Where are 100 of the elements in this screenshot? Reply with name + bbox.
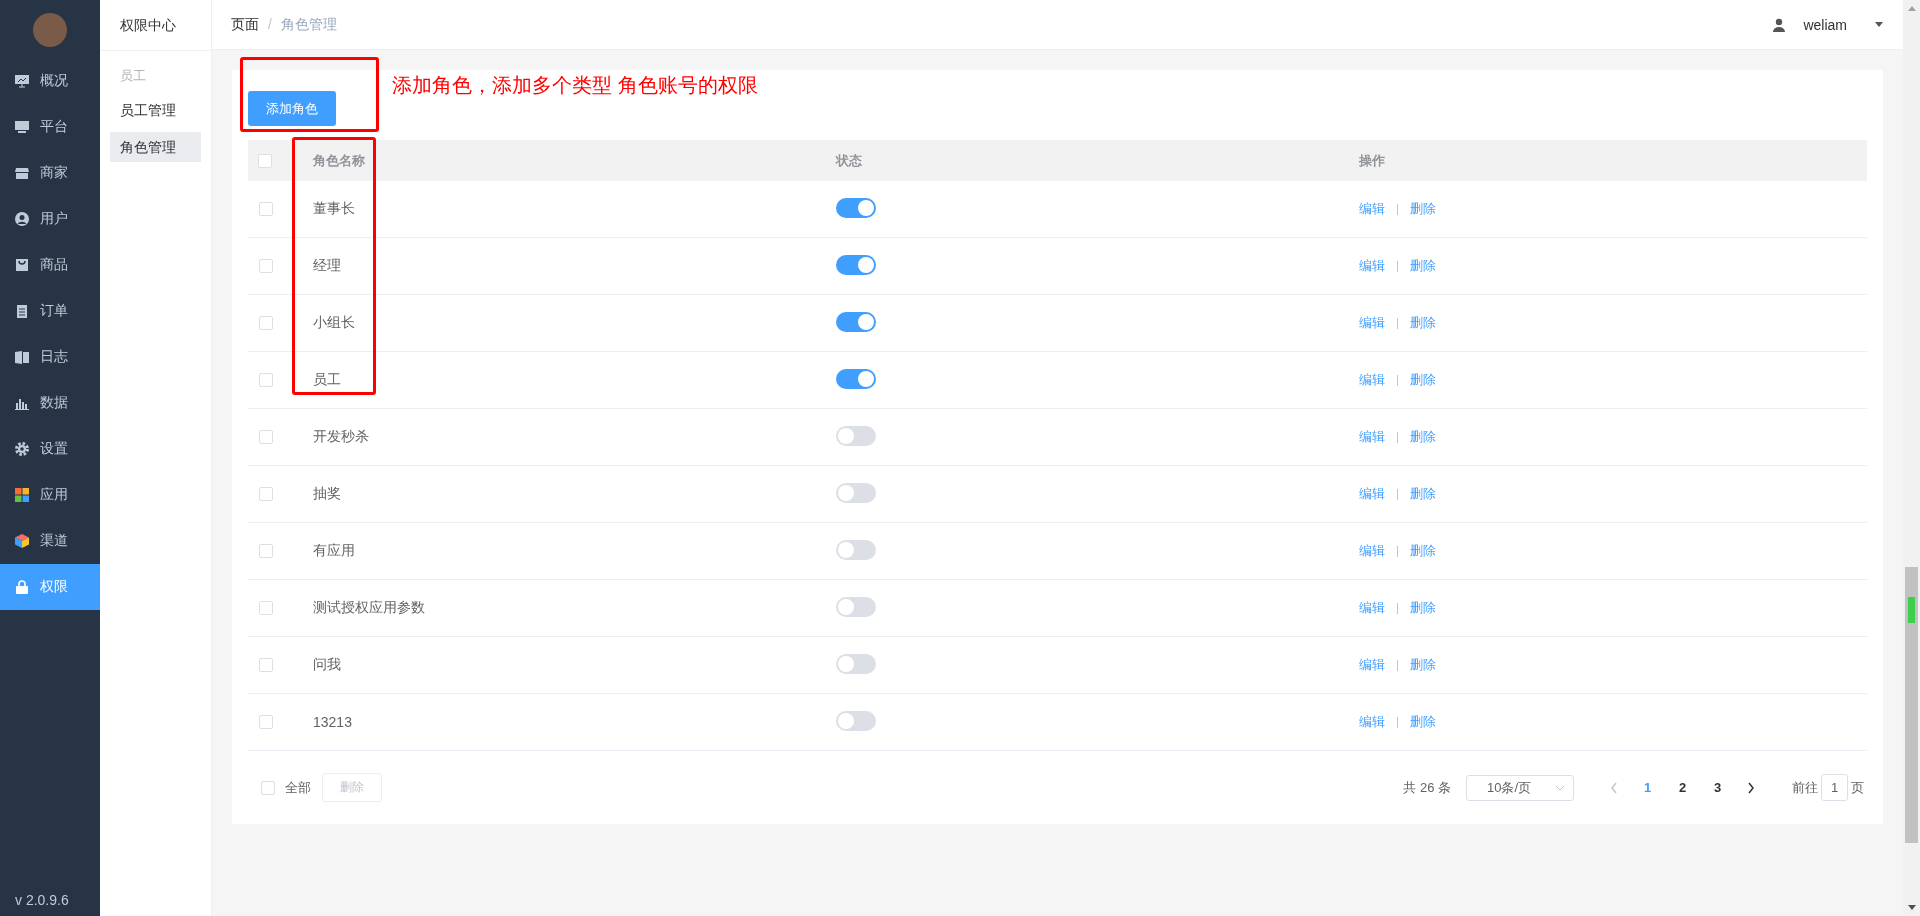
edit-link[interactable]: 编辑 [1359, 599, 1385, 617]
annotation-text: 添加角色，添加多个类型 角色账号的权限 [392, 73, 758, 98]
page-number[interactable]: 1 [1630, 780, 1665, 795]
checkbox[interactable] [259, 259, 273, 273]
delete-link[interactable]: 删除 [1410, 713, 1436, 731]
toggle-switch[interactable] [836, 482, 876, 503]
edit-link[interactable]: 编辑 [1359, 428, 1385, 446]
table-cell: 员工 [313, 371, 341, 387]
scrollbar-thumb[interactable] [1905, 567, 1918, 843]
edit-link[interactable]: 编辑 [1359, 257, 1385, 275]
sidebar-item[interactable]: 日志 [0, 334, 100, 380]
page-size-select[interactable]: 10条/页 [1466, 774, 1574, 801]
sidebar-label: 权限 [40, 578, 68, 596]
table-cell: 抽奖 [313, 485, 341, 501]
checkbox[interactable] [259, 487, 273, 501]
logo-avatar [33, 13, 67, 47]
book-icon [14, 349, 30, 365]
user-icon [1772, 17, 1787, 32]
subnav-group-label: 员工 [119, 67, 147, 85]
table-cell: 问我 [313, 656, 341, 672]
edit-link[interactable]: 编辑 [1359, 485, 1385, 503]
delete-link[interactable]: 删除 [1410, 428, 1436, 446]
sidebar-item[interactable]: 权限 [0, 564, 100, 610]
delete-link[interactable]: 删除 [1410, 257, 1436, 275]
sidebar-label: 商家 [40, 164, 68, 182]
page-number[interactable]: 2 [1665, 780, 1700, 795]
column-header: 角色名称 [313, 152, 365, 168]
sidebar-item[interactable]: 用户 [0, 196, 100, 242]
presentation-icon [14, 73, 30, 89]
sidebar-label: 概况 [40, 72, 68, 90]
delete-link[interactable]: 删除 [1410, 200, 1436, 218]
toggle-switch[interactable] [836, 710, 876, 731]
sidebar-item[interactable]: 渠道 [0, 518, 100, 564]
delete-link[interactable]: 删除 [1410, 371, 1436, 389]
subnav-item[interactable]: 角色管理 [110, 132, 201, 162]
caret-icon[interactable] [1875, 22, 1883, 27]
checkbox[interactable] [259, 658, 273, 672]
edit-link[interactable]: 编辑 [1359, 314, 1385, 332]
sidebar-item[interactable]: 应用 [0, 472, 100, 518]
scroll-up-icon[interactable] [1907, 6, 1916, 11]
sidebar-item[interactable]: 商家 [0, 150, 100, 196]
delete-link[interactable]: 删除 [1410, 314, 1436, 332]
checkbox[interactable] [259, 316, 273, 330]
delete-link[interactable]: 删除 [1410, 599, 1436, 617]
previous-page-icon[interactable] [1610, 781, 1618, 794]
sidebar-label: 日志 [40, 348, 68, 366]
toggle-switch[interactable] [836, 539, 876, 560]
checkbox[interactable] [259, 373, 273, 387]
sidebar-item[interactable]: 平台 [0, 104, 100, 150]
edit-link[interactable]: 编辑 [1359, 656, 1385, 674]
table-cell: 有应用 [313, 542, 355, 558]
checkbox[interactable] [259, 544, 273, 558]
next-page-icon[interactable] [1747, 781, 1755, 794]
toggle-switch[interactable] [836, 368, 876, 389]
delete-link[interactable]: 删除 [1410, 656, 1436, 674]
checkbox[interactable] [259, 202, 273, 216]
settings-icon [14, 441, 30, 457]
add-role-button[interactable]: 添加角色 [248, 91, 336, 126]
scroll-down-icon[interactable] [1907, 905, 1916, 910]
sidebar-item[interactable]: 商品 [0, 242, 100, 288]
toggle-switch[interactable] [836, 425, 876, 446]
toggle-switch[interactable] [836, 197, 876, 218]
subnav-item[interactable]: 员工管理 [110, 95, 201, 125]
toggle-switch[interactable] [836, 653, 876, 674]
page-number[interactable]: 3 [1700, 780, 1735, 795]
checkbox[interactable] [259, 601, 273, 615]
edit-link[interactable]: 编辑 [1359, 542, 1385, 560]
sidebar-item[interactable]: 概况 [0, 58, 100, 104]
user-name[interactable]: weliam [1803, 16, 1847, 33]
page-input[interactable]: 1 [1821, 774, 1848, 801]
subnav-title: 权限中心 [100, 0, 211, 51]
sidebar-item[interactable]: 设置 [0, 426, 100, 472]
page-suffix-label: 页 [1851, 778, 1864, 797]
clipboard-icon [14, 303, 30, 319]
table-cell: 小组长 [313, 314, 355, 330]
bag-icon [14, 257, 30, 273]
toggle-switch[interactable] [836, 311, 876, 332]
table-cell: 开发秒杀 [313, 428, 369, 444]
toggle-switch[interactable] [836, 254, 876, 275]
lock-icon [14, 579, 30, 595]
version-label: v 2.0.9.6 [14, 892, 70, 910]
breadcrumb-item[interactable]: 页面 [231, 15, 259, 34]
cube-icon [14, 533, 30, 549]
table-cell: 董事长 [313, 200, 355, 216]
sidebar-label: 设置 [40, 440, 68, 458]
checkbox[interactable] [259, 715, 273, 729]
edit-link[interactable]: 编辑 [1359, 713, 1385, 731]
edit-link[interactable]: 编辑 [1359, 371, 1385, 389]
checkbox[interactable] [258, 153, 272, 168]
delete-link[interactable]: 删除 [1410, 485, 1436, 503]
checkbox[interactable] [259, 430, 273, 444]
checkbox[interactable] [261, 780, 275, 795]
sidebar-label: 渠道 [40, 532, 68, 550]
scrollbar[interactable] [1903, 0, 1920, 916]
table-cell: 13213 [313, 714, 352, 730]
edit-link[interactable]: 编辑 [1359, 200, 1385, 218]
sidebar-item[interactable]: 数据 [0, 380, 100, 426]
delete-link[interactable]: 删除 [1410, 542, 1436, 560]
sidebar-item[interactable]: 订单 [0, 288, 100, 334]
toggle-switch[interactable] [836, 596, 876, 617]
